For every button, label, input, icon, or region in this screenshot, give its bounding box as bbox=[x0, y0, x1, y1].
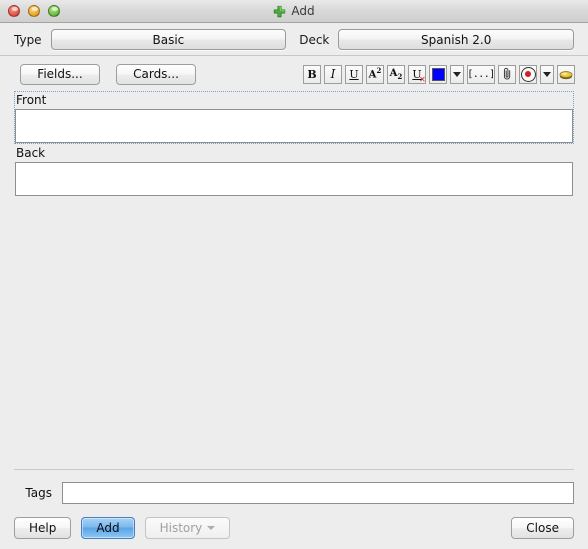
type-label: Type bbox=[14, 32, 42, 47]
italic-button[interactable]: I bbox=[324, 64, 342, 84]
note-editor: Front Back bbox=[0, 91, 588, 197]
deck-select[interactable]: Spanish 2.0 bbox=[338, 29, 575, 50]
green-plus-icon bbox=[274, 5, 286, 17]
field-front-label: Front bbox=[16, 93, 47, 107]
title-bar-center: Add bbox=[0, 0, 588, 22]
clear-formatting-button[interactable]: U ✕ bbox=[408, 64, 426, 84]
tags-input[interactable] bbox=[62, 482, 574, 504]
footer-divider bbox=[14, 469, 574, 470]
subscript-button[interactable]: A2 bbox=[387, 64, 405, 84]
help-button[interactable]: Help bbox=[14, 517, 72, 539]
gold-disc-icon bbox=[559, 70, 573, 79]
chevron-down-icon bbox=[453, 71, 461, 77]
window-title: Add bbox=[291, 4, 315, 18]
fields-button[interactable]: Fields... bbox=[20, 63, 100, 85]
field-back-input[interactable] bbox=[15, 162, 573, 196]
tags-row: Tags bbox=[14, 482, 574, 504]
field-front-input[interactable] bbox=[15, 109, 573, 143]
close-button[interactable]: Close bbox=[511, 517, 574, 539]
text-color-dropdown-button[interactable] bbox=[450, 64, 464, 84]
add-button[interactable]: Add bbox=[81, 517, 135, 539]
notetype-select[interactable]: Basic bbox=[50, 29, 287, 50]
notetype-deck-row: Type Basic Deck Spanish 2.0 bbox=[0, 23, 588, 55]
window-controls bbox=[0, 5, 60, 17]
advanced-dropdown-button[interactable] bbox=[540, 64, 554, 84]
field-back: Back bbox=[14, 144, 574, 197]
footer: Tags Help Add History Close bbox=[0, 469, 588, 549]
add-card-window: Add Type Basic Deck Spanish 2.0 Fields..… bbox=[0, 0, 588, 549]
field-front: Front bbox=[14, 91, 574, 144]
record-icon bbox=[520, 66, 536, 82]
field-back-label: Back bbox=[16, 146, 46, 160]
chevron-down-icon bbox=[543, 71, 551, 77]
tags-label: Tags bbox=[25, 486, 52, 500]
editor-toolbar-row: Fields... Cards... B I U A2 A2 U ✕ [...] bbox=[0, 56, 588, 91]
underline-button[interactable]: U bbox=[345, 64, 363, 84]
chevron-down-icon bbox=[207, 526, 216, 530]
title-bar: Add bbox=[0, 0, 588, 23]
record-audio-button[interactable] bbox=[519, 64, 537, 84]
attach-media-button[interactable] bbox=[498, 64, 516, 84]
zoom-window-button[interactable] bbox=[48, 5, 60, 17]
close-window-button[interactable] bbox=[8, 5, 20, 17]
cards-button[interactable]: Cards... bbox=[116, 63, 196, 85]
history-button-label: History bbox=[159, 521, 203, 535]
cloze-button[interactable]: [...] bbox=[467, 64, 495, 84]
superscript-button[interactable]: A2 bbox=[366, 64, 384, 84]
history-button[interactable]: History bbox=[144, 517, 231, 539]
formatting-toolbar: B I U A2 A2 U ✕ [...] bbox=[303, 64, 575, 84]
equations-button[interactable] bbox=[557, 64, 575, 84]
text-color-swatch bbox=[431, 67, 445, 81]
deck-label: Deck bbox=[299, 32, 330, 47]
paperclip-icon bbox=[503, 68, 510, 80]
bold-button[interactable]: B bbox=[303, 64, 321, 84]
footer-buttons: Help Add History Close bbox=[14, 517, 574, 539]
minimize-window-button[interactable] bbox=[28, 5, 40, 17]
text-color-button[interactable] bbox=[429, 64, 447, 84]
